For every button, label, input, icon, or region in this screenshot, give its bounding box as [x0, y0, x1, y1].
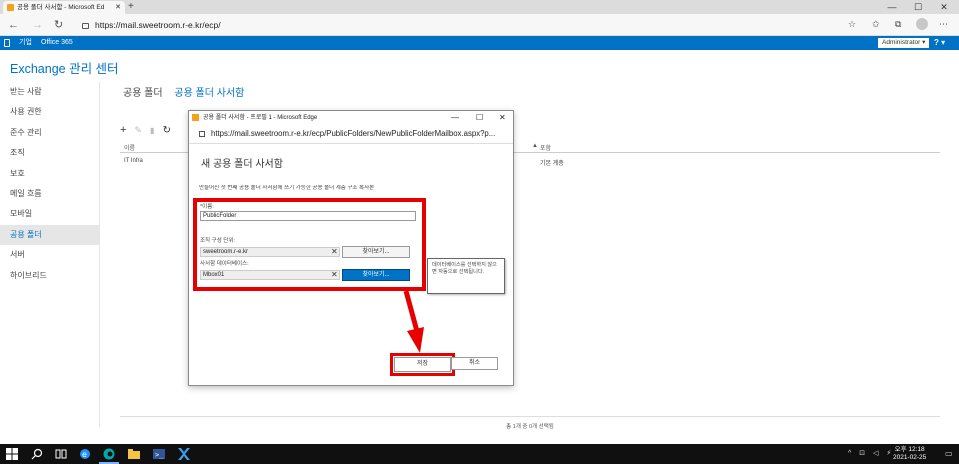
task-view-icon[interactable]: [55, 448, 67, 460]
notification-icon[interactable]: ▭: [945, 449, 953, 458]
file-explorer-icon[interactable]: [128, 448, 140, 460]
selection-status: 총 1개 중 0개 선택됨: [506, 424, 554, 430]
sub-navigation: 공용 폴더 공용 폴더 사서함: [123, 84, 244, 99]
refresh-icon[interactable]: ↻: [54, 18, 63, 32]
highlight-frame: [193, 198, 426, 291]
subnav-public-folder-mailboxes[interactable]: 공용 폴더 사서함: [174, 88, 244, 99]
column-contains[interactable]: 포함: [540, 143, 551, 152]
dialog-minimize-icon[interactable]: —: [451, 111, 459, 125]
database-tooltip: 데이터베이스를 선택하지 않으면 자동으로 선택됩니다.: [427, 258, 505, 294]
tab-title: 공용 폴더 사서함 - Microsoft Ed: [17, 4, 105, 11]
grid-toolbar: + ✎ ▮ ↻: [120, 124, 176, 136]
browser-tab-strip: 공용 폴더 사서함 - Microsoft Ed ✕ + — ☐ ✕: [0, 0, 959, 14]
help-menu[interactable]: ? ▾: [934, 36, 945, 50]
dialog-window-title: 공용 폴더 사서함 - 프로필 1 - Microsoft Edge: [203, 115, 318, 121]
annotation-arrow-icon: [403, 291, 424, 353]
nav-divider: [99, 82, 100, 427]
svg-text:>_: >_: [155, 451, 164, 459]
system-tray-icons[interactable]: ^ ⊡ ◁ ⚡: [848, 449, 894, 457]
server-manager-icon[interactable]: [178, 448, 190, 460]
clock-time: 오후 12:18: [894, 446, 925, 453]
favorite-add-icon[interactable]: ☆: [848, 19, 856, 30]
svg-text:e: e: [82, 450, 87, 459]
save-button[interactable]: 저장: [390, 353, 455, 376]
maximize-icon[interactable]: ☐: [906, 0, 930, 14]
favorites-icon[interactable]: ✩: [872, 19, 880, 30]
new-mailbox-dialog: 공용 폴더 사서함 - 프로필 1 - Microsoft Edge — ☐ ✕…: [188, 110, 514, 386]
add-icon[interactable]: +: [120, 124, 126, 136]
exchange-favicon-icon: [7, 4, 14, 11]
delete-icon[interactable]: ▮: [150, 126, 154, 135]
windows-taskbar: e >_ ^ ⊡ ◁ ⚡ 오후 12:18 2021-02-25 ▭: [0, 444, 959, 464]
tenant-brand[interactable]: 기업: [19, 36, 32, 50]
nav-item-protection[interactable]: 보호: [0, 164, 100, 184]
nav-item-recipients[interactable]: 받는 사람: [0, 82, 100, 102]
lock-icon: [82, 23, 89, 29]
collections-icon[interactable]: ⧉: [895, 19, 901, 30]
user-menu[interactable]: Administrator ▾: [878, 38, 930, 48]
taskbar-clock[interactable]: 오후 12:18 2021-02-25: [893, 446, 926, 462]
ie-icon[interactable]: e: [79, 448, 91, 460]
tab-close-icon[interactable]: ✕: [115, 1, 121, 14]
nav-item-organization[interactable]: 조직: [0, 143, 100, 163]
minimize-icon[interactable]: —: [880, 0, 904, 14]
dialog-maximize-icon[interactable]: ☐: [476, 111, 483, 125]
sort-indicator-icon: ▲: [532, 143, 538, 149]
footer-divider: [120, 416, 940, 417]
subnav-public-folders[interactable]: 공용 폴더: [123, 88, 163, 99]
refresh-grid-icon[interactable]: ↻: [163, 125, 171, 136]
edit-icon[interactable]: ✎: [135, 125, 143, 135]
clock-date: 2021-02-25: [893, 454, 927, 461]
dialog-address-bar: https://mail.sweetroom.r-e.kr/ecp/Public…: [197, 128, 507, 140]
dialog-separator: [189, 143, 513, 144]
profile-avatar[interactable]: [916, 18, 928, 30]
row-name: IT Infra: [124, 158, 143, 164]
nav-item-permissions[interactable]: 사용 권한: [0, 102, 100, 122]
row-contains: 기본 계층: [540, 161, 564, 167]
start-icon[interactable]: [6, 448, 18, 460]
office365-header: 기업 Office 365 Administrator ▾ ? ▾: [0, 36, 959, 50]
nav-item-mail-flow[interactable]: 메일 흐름: [0, 184, 100, 204]
office365-link[interactable]: Office 365: [41, 36, 73, 50]
nav-item-public-folders[interactable]: 공용 폴더: [0, 224, 100, 246]
nav-item-hybrid[interactable]: 하이브리드: [0, 266, 100, 286]
dialog-lock-icon: [199, 131, 205, 137]
powershell-icon[interactable]: >_: [153, 448, 165, 460]
dialog-description: 만들어진 첫 번째 공용 폴더 사서함에 쓰기 가능한 공용 폴더 계층 구조 …: [199, 185, 375, 191]
window-close-icon[interactable]: ✕: [932, 0, 956, 14]
address-toolbar: ← → ↻ https://mail.sweetroom.r-e.kr/ecp/…: [0, 14, 959, 36]
search-icon[interactable]: [31, 448, 43, 460]
dialog-heading: 새 공용 폴더 사서함: [201, 159, 283, 170]
page-title: Exchange 관리 센터: [10, 62, 119, 76]
left-nav: 받는 사람 사용 권한 준수 관리 조직 보호 메일 흐름 모바일 공용 폴더 …: [0, 82, 100, 286]
office-logo-icon: [4, 39, 10, 47]
browser-tab[interactable]: 공용 폴더 사서함 - Microsoft Ed ✕: [3, 1, 125, 14]
forward-icon[interactable]: →: [32, 18, 43, 32]
dialog-titlebar: 공용 폴더 사서함 - 프로필 1 - Microsoft Edge — ☐ ✕: [189, 111, 513, 125]
dialog-close-icon[interactable]: ✕: [499, 111, 506, 125]
nav-item-compliance[interactable]: 준수 관리: [0, 123, 100, 143]
dialog-url: https://mail.sweetroom.r-e.kr/ecp/Public…: [211, 129, 496, 138]
dialog-favicon-icon: [192, 114, 199, 121]
cancel-button[interactable]: 취소: [451, 357, 498, 370]
more-menu-icon[interactable]: ⋯: [939, 19, 948, 30]
nav-item-servers[interactable]: 서버: [0, 245, 100, 265]
new-tab-icon[interactable]: +: [128, 0, 134, 14]
column-name[interactable]: 이름: [124, 143, 135, 152]
edge-icon[interactable]: [103, 448, 115, 460]
back-icon[interactable]: ←: [8, 18, 19, 32]
address-text: https://mail.sweetroom.r-e.kr/ecp/: [95, 20, 221, 30]
nav-item-mobile[interactable]: 모바일: [0, 204, 100, 224]
address-input[interactable]: https://mail.sweetroom.r-e.kr/ecp/: [78, 17, 858, 33]
